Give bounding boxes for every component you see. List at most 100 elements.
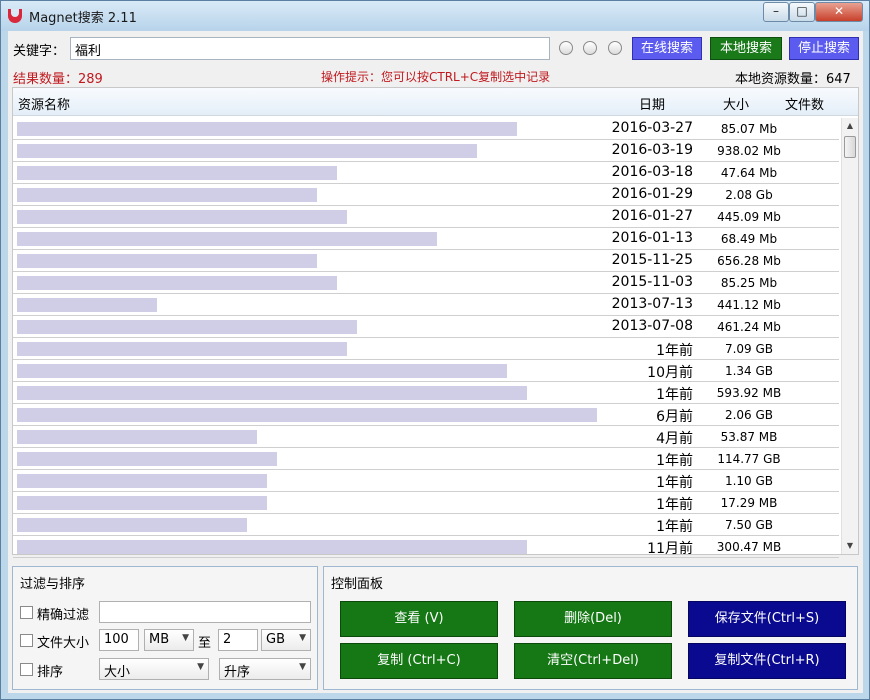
option-radio-2[interactable] (583, 41, 597, 55)
delete-button[interactable]: 删除(Del) (514, 601, 672, 637)
window-title: Magnet搜索 2.11 (29, 11, 137, 26)
resource-name-redacted (17, 210, 347, 224)
filter-panel-title: 过滤与排序 (20, 577, 86, 592)
row-date: 1年前 (656, 387, 693, 403)
row-size: 938.02 Mb (717, 144, 781, 158)
table-row[interactable]: 10月前 1.34 GB (13, 360, 839, 382)
exact-filter-label: 精确过滤 (37, 608, 90, 623)
row-date: 2013-07-13 (611, 296, 693, 312)
size-max-unit-select[interactable]: GB ▼ (261, 629, 311, 651)
table-row[interactable]: 1年前 7.50 GB (13, 514, 839, 536)
row-size: 47.64 Mb (720, 166, 778, 180)
row-size: 441.12 Mb (717, 298, 781, 312)
row-date: 4月前 (656, 431, 693, 447)
resource-name-redacted (17, 408, 597, 422)
stop-search-button[interactable]: 停止搜索 (789, 37, 859, 60)
table-row[interactable]: 6月前 2.06 GB (13, 404, 839, 426)
operation-hint: 操作提示：您可以按CTRL+C复制选中记录 (321, 70, 551, 84)
table-row[interactable]: 1年前 17.29 MB (13, 492, 839, 514)
row-size: 7.09 GB (724, 342, 774, 356)
title-bar[interactable]: Magnet搜索 2.11 – □ ✕ (1, 1, 869, 31)
file-size-checkbox[interactable] (20, 634, 33, 647)
row-date: 1年前 (656, 497, 693, 513)
row-date: 2016-01-29 (611, 186, 693, 202)
table-row[interactable]: 2013-07-08 461.24 Mb (13, 316, 839, 338)
row-date: 2016-03-19 (611, 142, 693, 158)
row-date: 1年前 (656, 453, 693, 469)
row-size: 445.09 Mb (717, 210, 781, 224)
table-row[interactable]: 2016-01-29 2.08 Gb (13, 184, 839, 206)
row-size: 2.08 Gb (725, 188, 773, 202)
header-name[interactable]: 资源名称 (18, 94, 70, 113)
export-file-button[interactable]: 复制文件(Ctrl+R) (688, 643, 846, 679)
table-row[interactable]: 1年前 114.77 GB (13, 448, 839, 470)
header-files[interactable]: 文件数 (785, 94, 824, 113)
row-size: 7.50 GB (724, 518, 774, 532)
size-min-input[interactable]: 100 (99, 629, 139, 651)
table-row[interactable]: 1年前 7.09 GB (13, 338, 839, 360)
row-date: 1年前 (656, 343, 693, 359)
table-row[interactable]: 1年前 593.92 MB (13, 382, 839, 404)
magnet-icon (8, 9, 22, 23)
table-row[interactable]: 2013-07-13 441.12 Mb (13, 294, 839, 316)
row-size: 2.06 GB (724, 408, 774, 422)
table-row[interactable]: 2016-03-18 47.64 Mb (13, 162, 839, 184)
online-search-button[interactable]: 在线搜索 (632, 37, 702, 60)
table-row[interactable]: 11月前 300.47 MB (13, 536, 839, 558)
scroll-down-icon[interactable]: ▼ (842, 538, 858, 554)
close-button[interactable]: ✕ (815, 2, 863, 22)
resource-name-redacted (17, 276, 337, 290)
table-row[interactable]: 2015-11-03 85.25 Mb (13, 272, 839, 294)
resource-name-redacted (17, 298, 157, 312)
size-max-input[interactable]: 2 (218, 629, 258, 651)
vertical-scrollbar[interactable]: ▲ ▼ (841, 118, 858, 554)
row-size: 1.10 GB (724, 474, 774, 488)
results-list[interactable]: 资源名称 日期 大小 文件数 2016-03-27 85.07 Mb 2016-03… (12, 87, 859, 558)
size-max-unit-value: GB (266, 632, 285, 647)
local-search-button[interactable]: 本地搜索 (710, 37, 782, 60)
save-file-button[interactable]: 保存文件(Ctrl+S) (688, 601, 846, 637)
row-size: 300.47 MB (716, 540, 782, 554)
resource-name-redacted (17, 342, 347, 356)
control-panel-title: 控制面板 (331, 577, 384, 592)
exact-filter-input[interactable] (99, 601, 311, 623)
sort-by-select[interactable]: 大小 ▼ (99, 658, 209, 680)
exact-filter-checkbox[interactable] (20, 606, 33, 619)
clear-button[interactable]: 清空(Ctrl+Del) (514, 643, 672, 679)
sort-checkbox[interactable] (20, 663, 33, 676)
header-size[interactable]: 大小 (723, 94, 749, 113)
resource-name-redacted (17, 518, 247, 532)
control-panel: 控制面板 查看 (V) 删除(Del) 保存文件(Ctrl+S) 复制 (Ctr… (323, 566, 858, 690)
table-row[interactable]: 1年前 1.10 GB (13, 470, 839, 492)
keyword-input[interactable]: 福利 (70, 37, 550, 60)
app-window: Magnet搜索 2.11 – □ ✕ 关键字： 福利 在线搜索 本地搜索 停止… (0, 0, 870, 700)
maximize-button[interactable]: □ (789, 2, 815, 22)
scroll-thumb[interactable] (844, 136, 856, 158)
table-row[interactable]: 2016-01-13 68.49 Mb (13, 228, 839, 250)
header-date[interactable]: 日期 (639, 94, 665, 113)
table-row[interactable]: 2015-11-25 656.28 Mb (13, 250, 839, 272)
chevron-down-icon: ▼ (299, 633, 306, 643)
table-row[interactable]: 2016-01-27 445.09 Mb (13, 206, 839, 228)
row-date: 10月前 (647, 365, 693, 381)
sort-by-value: 大小 (104, 665, 131, 680)
list-header: 资源名称 日期 大小 文件数 (13, 88, 858, 116)
view-button[interactable]: 查看 (V) (340, 601, 498, 637)
sort-label: 排序 (37, 665, 64, 680)
table-row[interactable]: 2016-03-27 85.07 Mb (13, 118, 839, 140)
sort-order-select[interactable]: 升序 ▼ (219, 658, 311, 680)
size-min-unit-select[interactable]: MB ▼ (144, 629, 194, 651)
minimize-button[interactable]: – (763, 2, 789, 22)
chevron-down-icon: ▼ (182, 633, 189, 643)
table-row[interactable]: 4月前 53.87 MB (13, 426, 839, 448)
table-row[interactable]: 2016-03-19 938.02 Mb (13, 140, 839, 162)
option-radio-1[interactable] (559, 41, 573, 55)
copy-button[interactable]: 复制 (Ctrl+C) (340, 643, 498, 679)
option-radio-3[interactable] (608, 41, 622, 55)
row-date: 6月前 (656, 409, 693, 425)
resource-name-redacted (17, 144, 477, 158)
size-min-unit-value: MB (149, 632, 170, 647)
resource-name-redacted (17, 474, 267, 488)
row-date: 2016-01-27 (611, 208, 693, 224)
scroll-up-icon[interactable]: ▲ (842, 118, 858, 134)
